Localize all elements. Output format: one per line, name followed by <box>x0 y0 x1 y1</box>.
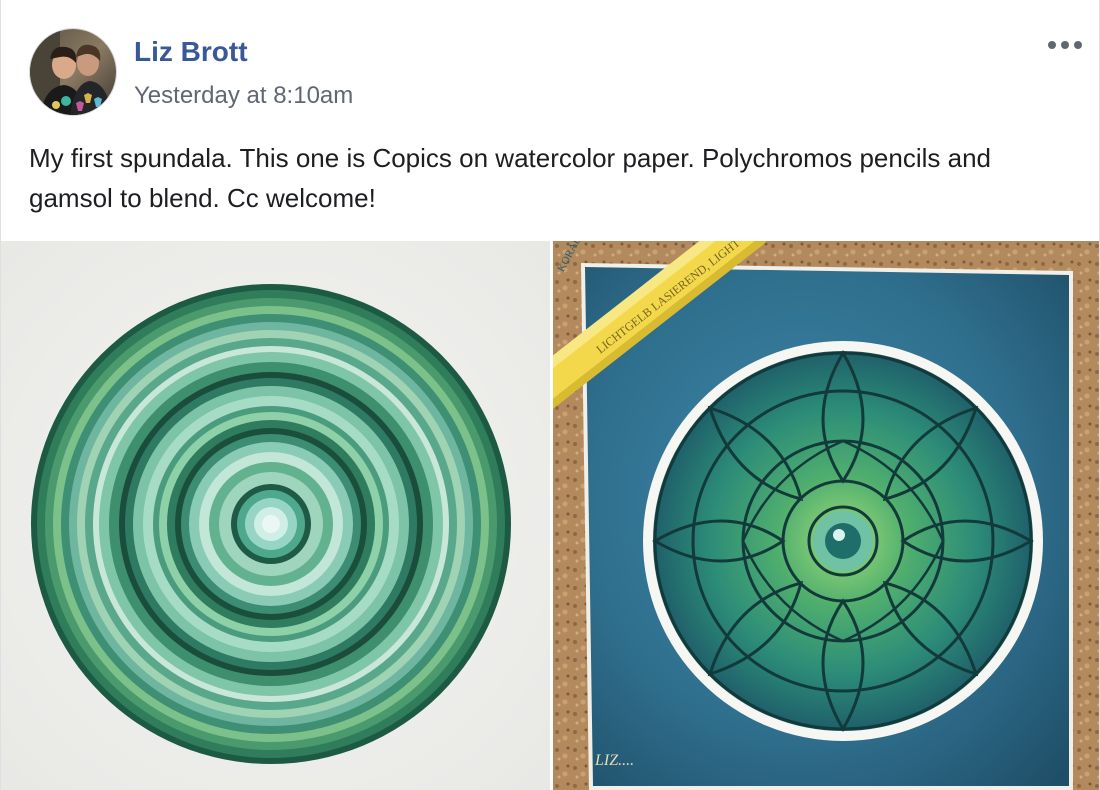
watercolor-mandala-photo: LICHTGELB LASIEREND, LIGHT KORABYER LIZ.… <box>553 241 1099 790</box>
post-message: My first spundala. This one is Copics on… <box>29 143 991 213</box>
ellipsis-icon <box>1048 41 1082 49</box>
post-timestamp-link[interactable]: Yesterday at 8:10am <box>134 82 353 110</box>
spundala-concentric-rings-photo <box>1 241 550 790</box>
post-header: Liz Brott Yesterday at 8:10am <box>1 0 1099 120</box>
more-options-button[interactable] <box>1043 30 1087 60</box>
author-avatar[interactable] <box>29 28 117 116</box>
author-name-link[interactable]: Liz Brott <box>134 36 248 68</box>
photo-watercolor-mandala[interactable]: LICHTGELB LASIEREND, LIGHT KORABYER LIZ.… <box>553 241 1099 790</box>
photo-spundala[interactable] <box>1 241 550 790</box>
feed-post: Liz Brott Yesterday at 8:10am My first s… <box>0 0 1100 790</box>
avatar-photo-icon <box>30 29 116 115</box>
artist-signature: LIZ.... <box>594 752 634 769</box>
